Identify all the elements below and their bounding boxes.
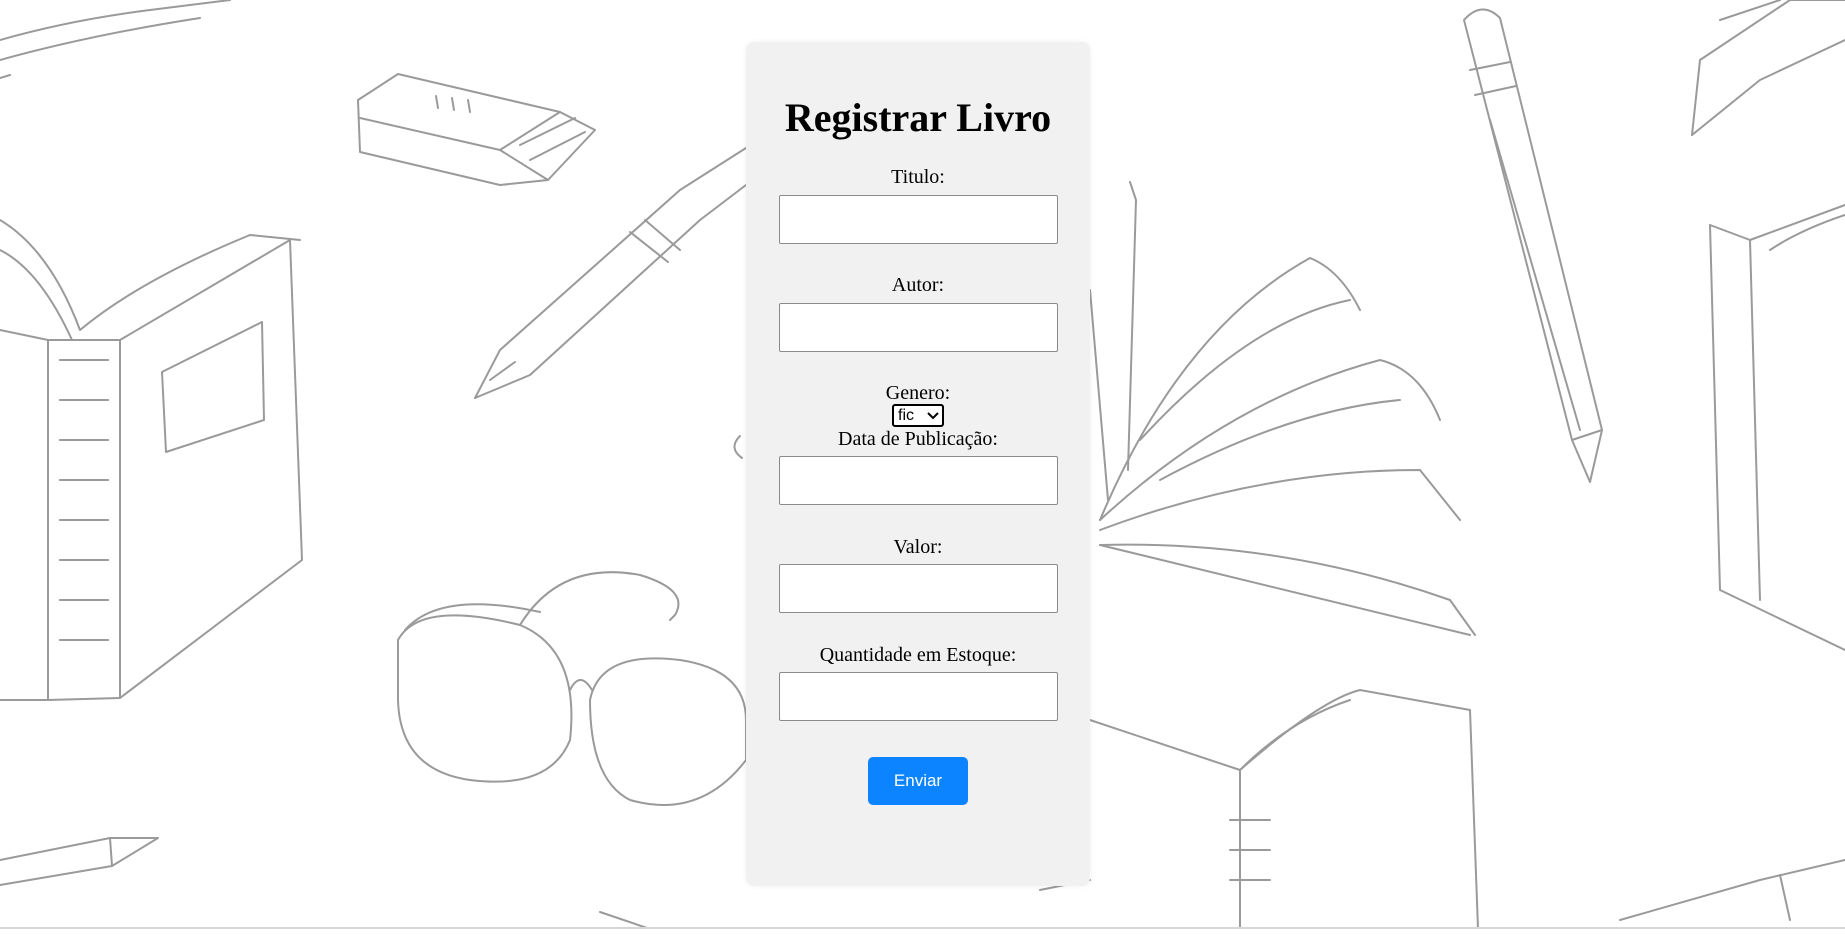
enviar-button[interactable]: Enviar [868,757,968,805]
titulo-input[interactable] [779,195,1058,244]
data-publicacao-label: Data de Publicação: [838,428,998,450]
open-book-sketch-left [0,219,303,701]
open-book-sketch-center [1089,181,1476,636]
glasses-sketch [397,571,747,806]
book-sketch-top-right [1691,0,1845,136]
genero-selected-value: fic [898,407,914,424]
autor-label: Autor: [891,274,945,296]
valor-label: Valor: [893,536,943,558]
genero-label: Genero: [885,382,951,404]
eraser-sketch [357,73,596,186]
open-book-sketch-bottom [1039,689,1479,930]
pen-sketch [474,147,747,399]
book-sketch-top-left [0,0,231,79]
form-title: Registrar Livro [784,95,1052,140]
autor-input[interactable] [779,303,1058,352]
pencil-sketch-bottom-right [1619,859,1845,921]
data-publicacao-input[interactable] [779,456,1058,505]
chevron-down-icon [927,412,939,420]
titulo-label: Titulo: [891,166,945,188]
quantidade-label: Quantidade em Estoque: [819,644,1017,666]
quantidade-input[interactable] [779,672,1058,721]
genero-select[interactable]: fic [892,404,944,427]
book-sketch-right-edge [1709,204,1845,651]
valor-input[interactable] [779,564,1058,613]
register-book-form: Registrar Livro Titulo: Autor: Genero: f… [746,42,1090,886]
sketch-fragment [733,435,743,459]
pencil-sketch-right [1463,8,1603,483]
pencil-sketch-bottom-left [0,837,159,886]
